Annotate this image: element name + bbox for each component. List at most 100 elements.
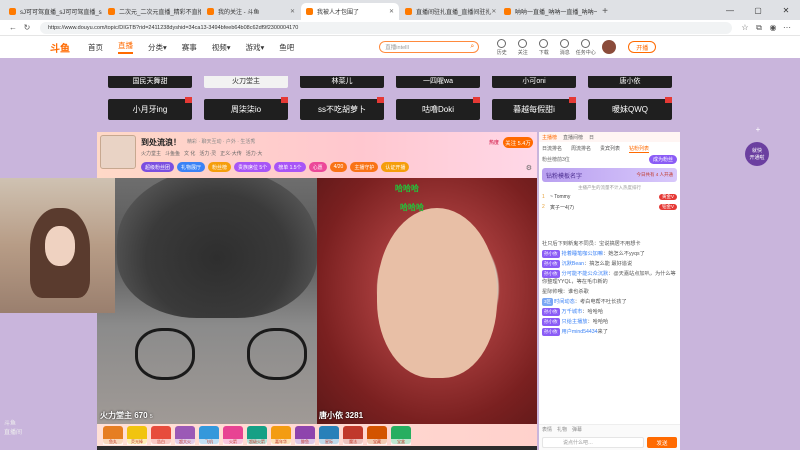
become-fan-button[interactable]: 成为粉丝 xyxy=(648,155,677,164)
room-chip[interactable]: 主播守护 xyxy=(350,162,379,172)
gift-item[interactable]: 告白 xyxy=(151,426,171,445)
streamer-name-button[interactable]: 火刀堂主 xyxy=(204,76,288,88)
browser-tab[interactable]: 我的关注 - 斗鱼 ✕ xyxy=(202,3,300,20)
history-button[interactable]: 历史 xyxy=(491,38,512,56)
room-tag[interactable]: 斗鱼鱼 xyxy=(165,150,180,157)
nav-video[interactable]: 视频▾ xyxy=(212,42,231,53)
gift-button[interactable]: 礼物 xyxy=(557,426,567,433)
streamer-name-button[interactable]: 唐小依 xyxy=(588,76,672,88)
nav-games[interactable]: 游戏▾ xyxy=(246,42,265,53)
messages-button[interactable]: 消息 xyxy=(554,38,575,56)
browser-tab[interactable]: sJ可可驾直播_sJ可可驾直播_sJ可✕ xyxy=(4,3,102,20)
gift-item[interactable]: 飞机 xyxy=(199,426,219,445)
gift-item[interactable]: 宝盒 xyxy=(391,426,411,445)
streamer-name-button[interactable]: 暮越每假甜i xyxy=(492,97,576,120)
room-chip[interactable]: 粉丝榜 xyxy=(208,162,232,172)
streamer-name-button[interactable]: 咕噜Doki xyxy=(396,97,480,120)
gift-item[interactable]: 鲸鱼 xyxy=(295,426,315,445)
gift-item[interactable]: 超级火箭 xyxy=(247,426,267,445)
room-chip[interactable]: 4/20 xyxy=(329,162,348,172)
close-icon[interactable]: ✕ xyxy=(290,8,295,15)
extensions-icon[interactable]: ⧉ xyxy=(752,23,766,33)
close-icon[interactable]: ✕ xyxy=(389,8,394,15)
browser-tab[interactable]: 直播间驻扎直播_直播间驻扎 ✕ xyxy=(400,3,498,20)
streamer-name-button[interactable]: 一四喔wa xyxy=(396,76,480,88)
refresh-icon[interactable]: ↻ xyxy=(20,23,34,32)
browser-tab[interactable]: 呐呐一直播_呐呐一直播_呐呐一✕ xyxy=(499,3,597,20)
gift-item[interactable]: 超大火 xyxy=(175,426,195,445)
streamer-name-button[interactable]: 周柒柒io xyxy=(204,97,288,120)
rank-row[interactable]: 2 寅子一4(7) 铂金V xyxy=(539,202,680,212)
window-close-icon[interactable]: ✕ xyxy=(772,6,800,15)
gift-item[interactable]: 荧光棒 xyxy=(127,426,147,445)
gift-item[interactable]: 鱼丸 xyxy=(103,426,123,445)
tab-diamond-fans[interactable]: 钻粉列表 xyxy=(629,145,650,153)
gift-item[interactable]: 星际 xyxy=(319,426,339,445)
follow-button[interactable]: 关注 xyxy=(512,38,533,56)
streamer-name-button[interactable]: ss不吃胡萝卜 xyxy=(300,97,384,120)
room-chip[interactable]: 榜单 1.5个 xyxy=(274,162,306,172)
browser-tab[interactable]: 二次元_二次元直播_精彩不直播✕ xyxy=(103,3,201,20)
room-tag[interactable]: 火力堂主 xyxy=(141,150,161,157)
room-tag[interactable]: 活力·大 xyxy=(246,150,263,157)
site-logo[interactable]: 斗鱼 xyxy=(50,40,88,55)
tab-streamer-rank[interactable]: 主播榜 xyxy=(542,134,557,141)
top-fan-banner[interactable]: 钻粉模板名字 今日共有 4 人开通 xyxy=(542,168,677,182)
nav-fishbar[interactable]: 鱼吧 xyxy=(279,42,294,53)
gift-item[interactable]: 嘉年华 xyxy=(271,426,291,445)
streamer-name-button[interactable]: 暖妹QWQ xyxy=(588,97,672,120)
url-field[interactable]: https://www.douyu.com/topic/DIGTB?rid=24… xyxy=(40,21,732,34)
profile-icon[interactable]: ◉ xyxy=(766,23,780,33)
gift-item[interactable]: 宝藏 xyxy=(367,426,387,445)
rank-row[interactable]: 1 ~ Tommy 黄金V xyxy=(539,192,680,202)
menu-icon[interactable]: ⋯ xyxy=(780,23,794,33)
emoji-button[interactable]: 表情 xyxy=(542,426,552,433)
room-chip[interactable]: 礼物展厅 xyxy=(177,162,206,172)
back-icon[interactable]: ← xyxy=(6,23,20,32)
nav-events[interactable]: 赛事 xyxy=(182,42,197,53)
settings-icon[interactable]: ⚙ xyxy=(526,164,532,172)
browser-tab-active[interactable]: 我被人才包围了 ✕ xyxy=(301,3,399,20)
room-chip[interactable]: 心愿 xyxy=(308,162,327,172)
video-feed-left[interactable] xyxy=(97,178,317,424)
streamer-avatar[interactable] xyxy=(100,135,136,169)
start-live-button[interactable]: 开播 xyxy=(628,41,657,53)
room-tag[interactable]: 文 化 xyxy=(184,150,195,157)
room-chip[interactable]: 认证开播 xyxy=(381,162,410,172)
tab-vip[interactable]: 贵宾列表 xyxy=(600,145,620,153)
room-chip[interactable]: 贵族席位 5个 xyxy=(234,162,272,172)
plus-icon[interactable]: + xyxy=(745,125,771,134)
nav-live[interactable]: 直播 xyxy=(118,40,133,54)
maximize-icon[interactable]: ▢ xyxy=(744,6,772,15)
nav-category[interactable]: 分类▾ xyxy=(148,42,167,53)
star-icon[interactable]: ☆ xyxy=(738,23,752,33)
close-icon[interactable]: ✕ xyxy=(491,8,496,15)
send-button[interactable]: 发送 xyxy=(647,437,677,448)
follow-button[interactable]: 关注 5.4万 xyxy=(503,137,533,148)
gift-item[interactable]: 魔法 xyxy=(343,426,363,445)
download-button[interactable]: 下载 xyxy=(533,38,554,56)
minimize-icon[interactable]: — xyxy=(716,6,744,15)
search-icon[interactable]: ⌕ xyxy=(470,43,474,51)
room-chip[interactable]: 超级粉丝团 xyxy=(141,162,175,172)
streamer-name-button[interactable]: 林菜儿 xyxy=(300,76,384,88)
danmaku-button[interactable]: 弹幕 xyxy=(572,426,582,433)
streamer-name-button[interactable]: 小可oni xyxy=(492,76,576,88)
tab-weekly[interactable]: 周流排名 xyxy=(571,145,591,153)
tab-daily[interactable]: 日流排名 xyxy=(542,145,562,153)
tab-room-rank[interactable]: 直播间榜 xyxy=(563,134,583,141)
video-feed-right[interactable] xyxy=(317,178,537,424)
gift-item[interactable]: 火箭 xyxy=(223,426,243,445)
room-tag[interactable]: 活力·灵 xyxy=(199,150,216,157)
tab-day[interactable]: 日 xyxy=(589,134,594,141)
chat-input[interactable]: 说点什么吧… xyxy=(542,437,644,448)
streamer-name-button[interactable]: 国民天舞甜 xyxy=(108,76,192,88)
room-tag[interactable]: 正义·大传 xyxy=(220,150,242,157)
search-input[interactable]: 直播intelll ⌕ xyxy=(379,41,480,53)
tasks-button[interactable]: 任务中心 xyxy=(575,38,596,56)
new-tab-button[interactable]: + xyxy=(598,3,612,20)
avatar[interactable] xyxy=(602,40,617,54)
streamer-name-button[interactable]: 小月牙ing xyxy=(108,97,192,120)
nav-home[interactable]: 首页 xyxy=(88,42,103,53)
floating-promo-button[interactable]: 就快 开通啦 xyxy=(745,142,769,166)
